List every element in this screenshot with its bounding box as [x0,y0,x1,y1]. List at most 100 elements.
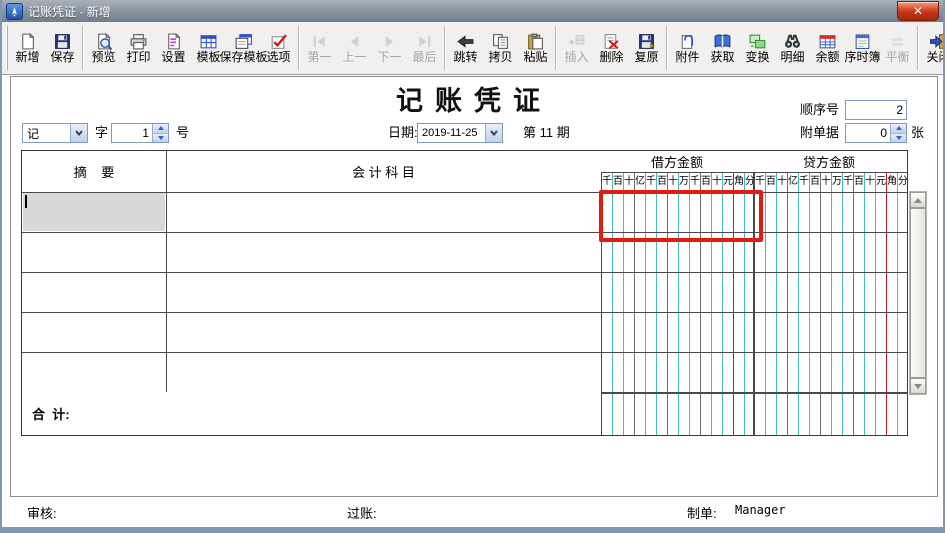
digit-column-4: 亿 [788,172,799,435]
toolbar-button-preview[interactable]: 预览 [86,24,121,72]
cell-row5-account[interactable] [166,352,601,392]
restore-floppy-icon [637,32,656,50]
toolbar-button-balance-equal[interactable]: 平衡 [880,24,915,72]
toolbar-button-attachment[interactable]: 附件 [670,24,705,72]
toolbar-separator [444,26,446,70]
grid-hline [22,192,907,193]
digit-header-label: 十 [821,172,831,191]
total-label: 合 计: [32,404,70,423]
toolbar-button-balance-grid[interactable]: 余额 [810,24,845,72]
cell-row3-account[interactable] [166,272,601,312]
digit-column-14: 分 [898,172,908,435]
cell-row5-summary[interactable] [22,352,166,392]
date-dropdown-button[interactable] [485,124,502,142]
detail-binoculars-icon [783,32,802,50]
scroll-down-button[interactable] [910,378,926,394]
toolbar-button-label: 模板 [196,50,220,64]
copy-pages-icon [491,32,510,50]
toolbar-button-transform-pages[interactable]: 变换 [740,24,775,72]
toolbar-button-save-template[interactable]: 保存模板 [226,24,261,72]
toolbar-button-label: 新增 [15,50,39,64]
toolbar-button-restore-floppy[interactable]: 复原 [629,24,664,72]
account-header: 会 计 科 目 [166,151,601,192]
spin-down-icon [891,134,906,143]
voucher-panel: 记账凭证 顺序号 2 记 字 1 号 日期: 2019-11-25 [10,76,938,497]
digit-header-label: 十 [712,172,722,191]
digit-header-label: 元 [723,172,733,191]
digit-header-label: 角 [734,172,744,191]
digit-header-label: 万 [832,172,842,191]
date-combobox[interactable]: 2019-11-25 [417,123,503,143]
voucher-number-value: 1 [112,126,152,140]
nav-next-icon [380,32,399,50]
debit-header: 借方金额 [601,151,753,172]
toolbar-button-fetch-book[interactable]: 获取 [705,24,740,72]
attachment-count-spinner[interactable]: 0 [845,123,907,143]
voucher-number-spin-buttons[interactable] [152,124,168,142]
voucher-table: 千百十亿千百十万千百十元角分千百十亿千百十万千百十元角分摘 要会 计 科 目借方… [21,150,908,436]
toolbar-button-save-floppy[interactable]: 保存 [45,24,80,72]
toolbar-separator [555,26,557,70]
cell-row1-account[interactable] [166,192,601,232]
voucher-number-spinner[interactable]: 1 [111,123,169,143]
digit-header-label: 角 [887,172,897,191]
toolbar-button-nav-first[interactable]: 第一 [302,24,337,72]
nav-last-icon [415,32,434,50]
x [601,392,602,435]
scroll-up-button[interactable] [910,192,926,208]
digit-column-6: 百 [810,172,821,435]
toolbar-button-label: 最后 [412,50,436,64]
toolbar-button-delete-x[interactable]: 删除 [594,24,629,72]
save-floppy-icon [53,32,72,50]
digit-header-label: 亿 [788,172,798,191]
digit-header-label: 亿 [635,172,645,191]
attachment-spin-buttons[interactable] [890,124,906,142]
cell-row4-account[interactable] [166,312,601,352]
close-button[interactable]: ✕ [897,1,939,21]
toolbar-button-label: 序时簿 [845,50,881,64]
digit-column-12: 元 [876,172,887,435]
toolbar-button-paste-clipboard[interactable]: 粘贴 [518,24,553,72]
cell-row2-summary[interactable] [22,232,166,272]
scrollbar-thumb[interactable] [910,208,926,378]
printer-icon [129,32,148,50]
toolbar-button-jump-arrow[interactable]: 跳转 [448,24,483,72]
digit-header-label: 百 [701,172,711,191]
toolbar-button-copy-pages[interactable]: 拷贝 [483,24,518,72]
toolbar-button-nav-prev[interactable]: 上一 [337,24,372,72]
sequence-input[interactable]: 2 [845,100,907,120]
grid-hline [22,232,907,233]
active-summary-cell[interactable] [23,193,165,231]
cell-row4-summary[interactable] [22,312,166,352]
toolbar-separator [666,26,668,70]
toolbar-button-nav-next[interactable]: 下一 [372,24,407,72]
toolbar-separator [917,26,919,70]
toolbar-button-template-grid[interactable]: 模板 [191,24,226,72]
voucher-word-combobox[interactable]: 记 [22,123,88,143]
toolbar-button-detail-binoculars[interactable]: 明细 [775,24,810,72]
toolbar-button-journal-page[interactable]: 序时簿 [845,24,880,72]
toolbar-button-close-door[interactable]: 关闭 [921,24,945,72]
toolbar-button-printer[interactable]: 打印 [121,24,156,72]
digit-header-label: 千 [755,172,765,191]
digit-header-label: 千 [646,172,656,191]
toolbar: 新增保存预览打印设置模板保存模板选项第一上一下一最后跳转拷贝粘贴插入删除复原附件… [2,22,943,75]
toolbar-button-insert-row[interactable]: 插入 [559,24,594,72]
cell-row3-summary[interactable] [22,272,166,312]
preview-icon [94,32,113,50]
toolbar-button-setup-page[interactable]: 设置 [156,24,191,72]
toolbar-button-options-check[interactable]: 选项 [261,24,296,72]
voucher-word-dropdown-button[interactable] [70,124,87,142]
sequence-label: 顺序号 [795,100,839,120]
toolbar-button-label: 下一 [377,50,401,64]
digit-column-5: 千 [799,172,810,435]
attachment-count-label: 附单据 [795,123,839,143]
toolbar-button-new-doc[interactable]: 新增 [10,24,45,72]
digit-column-8: 万 [832,172,843,435]
digit-header-label: 千 [690,172,700,191]
vertical-scrollbar[interactable] [909,191,927,395]
cell-row2-account[interactable] [166,232,601,272]
digit-header-label: 元 [876,172,886,191]
toolbar-button-nav-last[interactable]: 最后 [407,24,442,72]
digit-column-2: 百 [766,172,777,435]
